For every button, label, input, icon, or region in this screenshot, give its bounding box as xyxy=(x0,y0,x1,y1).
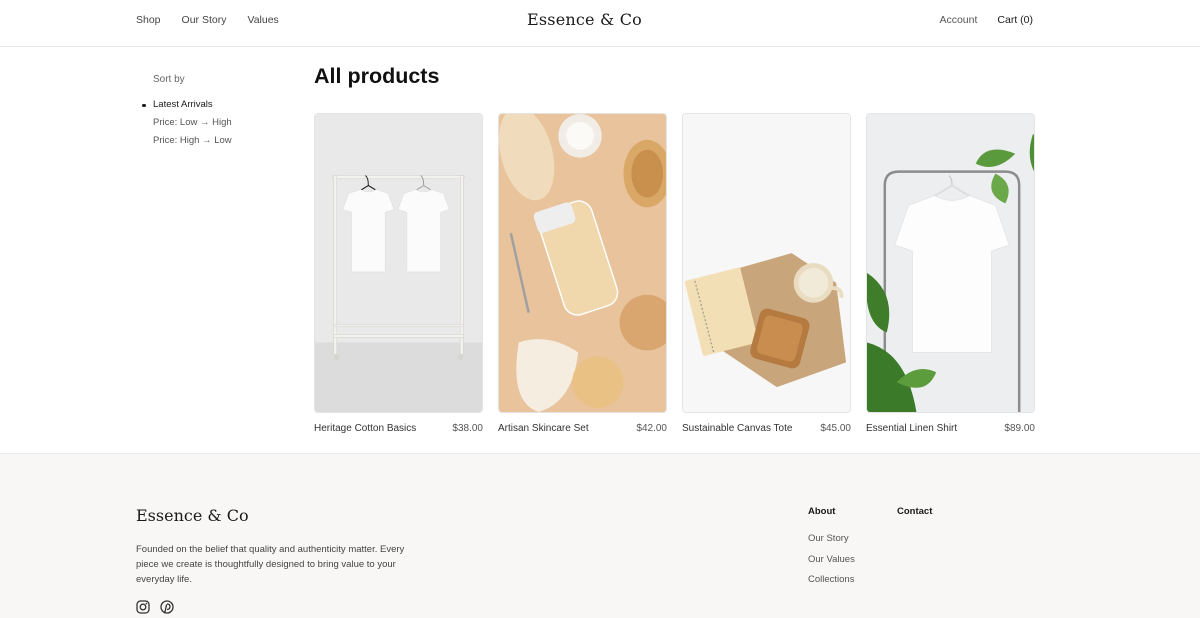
product-price: $45.00 xyxy=(820,423,851,434)
product-image-notebook-mug[interactable] xyxy=(682,113,851,413)
product-card[interactable]: Sustainable Canvas Tote $45.00 xyxy=(682,113,851,434)
product-card[interactable]: Artisan Skincare Set $42.00 xyxy=(498,113,667,434)
sort-options: Latest Arrivals Price: Low → High Price:… xyxy=(142,96,282,150)
product-name[interactable]: Essential Linen Shirt xyxy=(866,423,957,434)
footer-description: Founded on the belief that quality and a… xyxy=(136,544,405,585)
footer-link-collections[interactable]: Collections xyxy=(808,570,855,591)
site-footer: Essence & Co Founded on the belief that … xyxy=(0,453,1200,618)
footer-link-our-story[interactable]: Our Story xyxy=(808,529,855,550)
utility-nav: Account Cart (0) xyxy=(939,14,1033,26)
footer-column-about: About Our Story Our Values Collections xyxy=(808,506,855,591)
footer-link-our-values[interactable]: Our Values xyxy=(808,550,855,571)
footer-column-title: Contact xyxy=(897,506,933,517)
product-grid: Heritage Cotton Basics $38.00 Artisan Sk… xyxy=(314,113,1035,434)
footer-column-contact: Contact xyxy=(897,506,932,529)
product-name[interactable]: Artisan Skincare Set xyxy=(498,423,589,434)
product-image-skincare[interactable] xyxy=(498,113,667,413)
page-title: All products xyxy=(314,64,440,88)
product-image-tshirts-rack[interactable] xyxy=(314,113,483,413)
sort-price-low-high[interactable]: Price: Low → High xyxy=(142,114,282,132)
product-image-linen-shirt[interactable] xyxy=(866,113,1035,413)
product-price: $42.00 xyxy=(636,423,667,434)
product-card[interactable]: Essential Linen Shirt $89.00 xyxy=(866,113,1035,434)
product-card[interactable]: Heritage Cotton Basics $38.00 xyxy=(314,113,483,434)
footer-brand[interactable]: Essence & Co xyxy=(136,506,249,525)
sort-title: Sort by xyxy=(153,74,185,85)
account-link[interactable]: Account xyxy=(939,14,977,26)
sort-latest-arrivals[interactable]: Latest Arrivals xyxy=(142,96,282,114)
product-name[interactable]: Heritage Cotton Basics xyxy=(314,423,416,434)
instagram-icon[interactable] xyxy=(136,600,150,614)
sort-price-high-low[interactable]: Price: High → Low xyxy=(142,132,282,150)
social-links xyxy=(136,600,174,614)
site-header: Shop Our Story Values Essence & Co Accou… xyxy=(0,0,1200,47)
footer-column-title: About xyxy=(808,506,836,517)
product-price: $38.00 xyxy=(452,423,483,434)
product-name[interactable]: Sustainable Canvas Tote xyxy=(682,423,792,434)
pinterest-icon[interactable] xyxy=(160,600,174,614)
sort-sidebar: Sort by Latest Arrivals Price: Low → Hig… xyxy=(142,74,282,150)
cart-link[interactable]: Cart (0) xyxy=(997,14,1033,26)
product-price: $89.00 xyxy=(1004,423,1035,434)
